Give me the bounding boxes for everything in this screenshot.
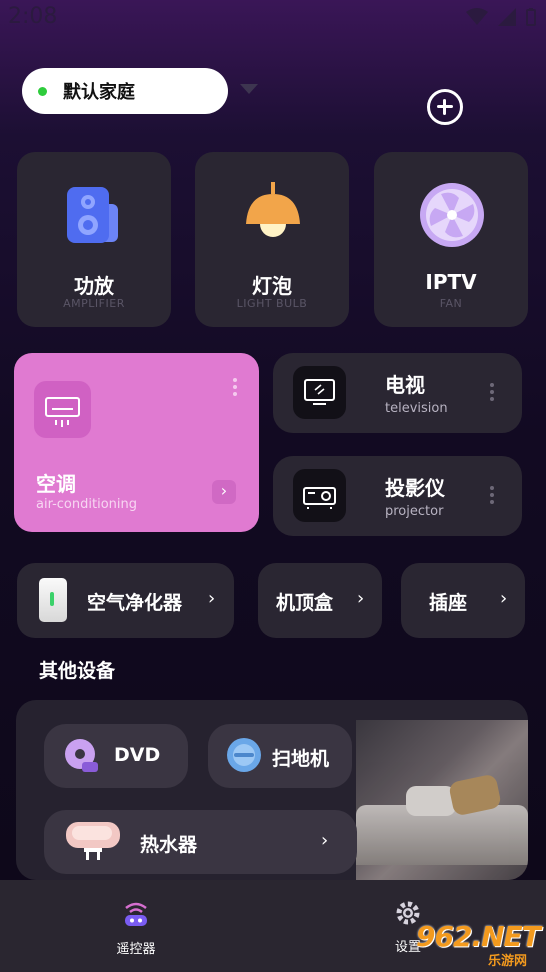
- card-subtitle: FAN: [439, 297, 463, 310]
- device-card-dvd[interactable]: DVD: [44, 724, 188, 788]
- chevron-right-icon: ›: [500, 588, 508, 609]
- signal-icon: [498, 8, 516, 26]
- home-selector[interactable]: 默认家庭: [22, 68, 228, 114]
- device-card-projector[interactable]: 投影仪 projector: [273, 456, 522, 536]
- card-title: 空调: [36, 472, 76, 496]
- dvd-icon: [65, 739, 98, 772]
- chevron-right-icon: ›: [321, 830, 329, 851]
- projector-icon: [293, 469, 346, 522]
- nav-item-remote[interactable]: 遥控器: [100, 900, 172, 957]
- home-name: 默认家庭: [63, 82, 135, 103]
- card-title: 灯泡: [252, 274, 292, 298]
- card-title: 热水器: [140, 834, 198, 856]
- remote-icon: [125, 902, 147, 926]
- watermark-logo: 962.NET 乐游网: [416, 918, 542, 969]
- device-card-amplifier[interactable]: 功放 AMPLIFIER: [17, 152, 171, 327]
- status-bar: 2:08: [0, 0, 546, 36]
- card-subtitle: AMPLIFIER: [63, 297, 125, 310]
- device-card-air-conditioner[interactable]: 空调 air-conditioning ›: [14, 353, 259, 532]
- card-title: 投影仪: [385, 476, 445, 500]
- air-purifier-icon: [39, 578, 67, 622]
- nav-label: 遥控器: [116, 942, 156, 957]
- card-title: 电视: [385, 373, 425, 397]
- section-title: 其他设备: [39, 660, 116, 682]
- battery-icon: [526, 8, 536, 26]
- device-card-set-top-box[interactable]: 机顶盒 ›: [258, 563, 382, 638]
- card-subtitle: air-conditioning: [36, 497, 137, 512]
- more-options-icon[interactable]: [490, 486, 494, 507]
- water-heater-icon: [66, 822, 120, 860]
- card-title: DVD: [114, 744, 161, 766]
- more-options-icon[interactable]: [233, 378, 237, 399]
- device-card-socket[interactable]: 插座 ›: [401, 563, 525, 638]
- card-subtitle: television: [385, 401, 448, 416]
- card-title: IPTV: [425, 270, 477, 294]
- device-card-water-heater[interactable]: 热水器 ›: [44, 810, 357, 874]
- more-options-icon[interactable]: [490, 383, 494, 404]
- bedroom-photo: [356, 720, 528, 880]
- card-title: 机顶盒: [276, 592, 334, 614]
- card-title: 功放: [74, 274, 114, 298]
- air-conditioner-icon: [34, 381, 91, 438]
- robot-vacuum-icon: [227, 738, 261, 772]
- device-card-robot-vacuum[interactable]: 扫地机: [208, 724, 352, 788]
- card-subtitle: LIGHT BULB: [236, 297, 308, 310]
- watermark-text: 962.NET: [416, 920, 541, 953]
- lamp-icon: [240, 182, 306, 248]
- card-title: 扫地机: [272, 748, 330, 770]
- online-indicator: [38, 86, 47, 96]
- status-time: 2:08: [8, 4, 58, 29]
- status-icons: [466, 8, 536, 26]
- fan-icon: [419, 182, 485, 248]
- device-card-iptv[interactable]: IPTV FAN: [374, 152, 528, 327]
- tv-icon: [293, 366, 346, 419]
- speaker-icon: [62, 182, 128, 248]
- device-card-television[interactable]: 电视 television: [273, 353, 522, 433]
- device-card-light-bulb[interactable]: 灯泡 LIGHT BULB: [195, 152, 349, 327]
- device-card-air-purifier[interactable]: 空气净化器 ›: [17, 563, 234, 638]
- wifi-icon: [466, 8, 488, 25]
- caret-down-icon[interactable]: [240, 84, 258, 94]
- chevron-right-icon: ›: [357, 588, 365, 609]
- chevron-right-icon[interactable]: ›: [212, 480, 236, 504]
- other-devices-panel: DVD 扫地机 热水器 ›: [16, 700, 528, 880]
- add-device-button[interactable]: [427, 89, 463, 125]
- watermark-subtext: 乐游网: [488, 954, 528, 969]
- card-title: 插座: [429, 592, 468, 614]
- card-subtitle: projector: [385, 504, 444, 519]
- chevron-right-icon: ›: [208, 588, 216, 609]
- card-title: 空气净化器: [87, 592, 183, 614]
